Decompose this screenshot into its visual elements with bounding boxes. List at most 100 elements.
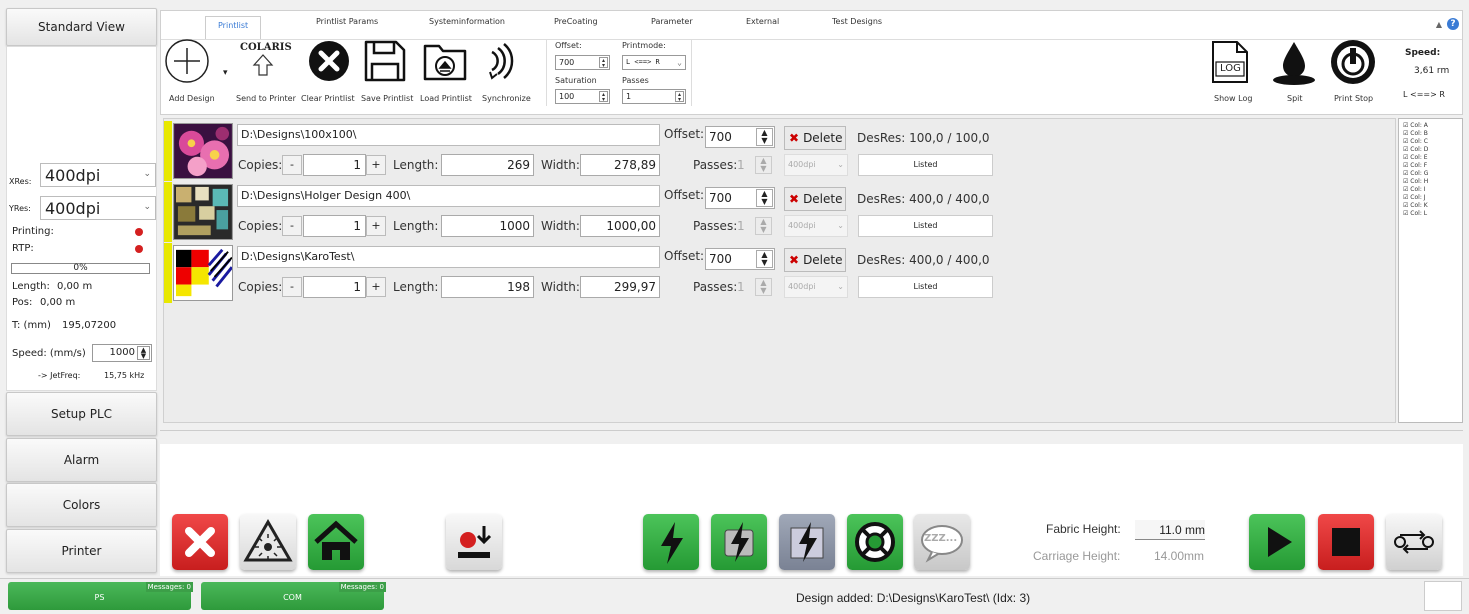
spin-arrows-icon[interactable]: ▲ ▼ [756, 189, 773, 207]
log-icon[interactable] [1211, 40, 1249, 84]
add-design-label: Add Design [169, 94, 215, 103]
color-channel-item[interactable]: ☑ Col: G [1403, 170, 1428, 178]
color-channel-item[interactable]: ☑ Col: B [1403, 130, 1428, 138]
color-channel-item[interactable]: ☑ Col: A [1403, 122, 1428, 130]
fabric-height-input[interactable]: 11.0 mm [1135, 520, 1205, 540]
offset-input[interactable]: 700 ▲ ▼ [705, 126, 775, 148]
cycle-button[interactable] [1386, 514, 1442, 570]
offset-input[interactable]: 700 ▲ ▼ [705, 248, 775, 270]
color-channel-item[interactable]: ☑ Col: D [1403, 146, 1428, 154]
colaris-logo: COLARIS [240, 42, 292, 53]
stop-button[interactable] [1318, 514, 1374, 570]
laser-warning-button[interactable] [240, 514, 296, 570]
tab-systeminformation[interactable]: Systeminformation [429, 17, 505, 26]
passes-spin[interactable]: 1 ▴ ▾ [622, 89, 686, 104]
send-to-printer-icon[interactable]: COLARIS [240, 42, 292, 88]
power-icon[interactable] [1329, 38, 1377, 86]
copies-plus-button[interactable]: + [366, 277, 386, 297]
corner-button[interactable] [1424, 581, 1462, 611]
tab-printlist-params[interactable]: Printlist Params [316, 17, 378, 26]
copies-input[interactable]: 1 [303, 276, 366, 298]
load-folder-icon[interactable] [422, 38, 468, 84]
help-icon[interactable]: ? [1447, 18, 1459, 30]
add-dropdown-icon[interactable]: ▾ [223, 68, 228, 78]
add-design-icon[interactable] [164, 38, 210, 84]
design-path[interactable]: D:\Designs\KaroTest\ [237, 246, 660, 268]
spit-icon[interactable] [1271, 40, 1317, 86]
progress-text: 0% [73, 263, 88, 273]
collapse-icon[interactable]: ▲ [1436, 20, 1442, 29]
color-channel-item[interactable]: ☑ Col: J [1403, 194, 1426, 202]
color-channel-item[interactable]: ☑ Col: K [1403, 202, 1428, 210]
saturation-spin[interactable]: 100 ▴ ▾ [555, 89, 610, 104]
home-button[interactable] [308, 514, 364, 570]
width-input[interactable]: 299,97 [580, 276, 660, 298]
delete-button[interactable]: ✖ Delete [784, 248, 846, 272]
ps-status-button[interactable]: PS Messages: 0 [8, 582, 193, 610]
copies-plus-button[interactable]: + [366, 155, 386, 175]
copies-label: Copies: [238, 280, 283, 294]
head-power-button[interactable] [779, 514, 835, 570]
spin-arrows-icon[interactable]: ▴ ▾ [599, 57, 608, 69]
printer-button[interactable]: Printer [6, 529, 157, 573]
com-status-button[interactable]: COM Messages: 0 [201, 582, 386, 610]
lifebuoy-button[interactable] [847, 514, 903, 570]
colors-button[interactable]: Colors [6, 483, 157, 527]
alarm-button[interactable]: Alarm [6, 438, 157, 482]
delete-label: Delete [803, 192, 843, 206]
design-path[interactable]: D:\Designs\Holger Design 400\ [237, 185, 660, 207]
copies-minus-button[interactable]: - [282, 155, 302, 175]
tab-precoating[interactable]: PreCoating [554, 17, 598, 26]
tab-test-designs[interactable]: Test Designs [832, 17, 882, 26]
synchronize-icon[interactable] [482, 38, 528, 84]
color-channel-item[interactable]: ☑ Col: L [1403, 210, 1427, 218]
delete-button[interactable]: ✖ Delete [784, 126, 846, 150]
design-row[interactable]: D:\Designs\KaroTest\ Offset: 700 ▲ ▼ ✖ Dele… [164, 243, 1397, 303]
setup-plc-button[interactable]: Setup PLC [6, 392, 157, 436]
length-input[interactable]: 1000 [441, 215, 534, 237]
power-button[interactable] [643, 514, 699, 570]
spin-arrows-icon[interactable]: ▴ ▾ [599, 91, 608, 103]
color-channel-item[interactable]: ☑ Col: I [1403, 186, 1426, 194]
color-channel-item[interactable]: ☑ Col: C [1403, 138, 1428, 146]
color-channel-item[interactable]: ☑ Col: E [1403, 154, 1428, 162]
abort-button[interactable] [172, 514, 228, 570]
width-input[interactable]: 1000,00 [580, 215, 660, 237]
tab-printlist[interactable]: Printlist [205, 16, 262, 40]
save-icon[interactable] [362, 38, 408, 84]
copies-minus-button[interactable]: - [282, 216, 302, 236]
load-media-button[interactable] [446, 514, 502, 570]
spin-arrows-icon[interactable]: ▴ ▾ [675, 91, 684, 103]
xres-select[interactable]: 400dpi ⌄ [40, 163, 156, 187]
standard-view-button[interactable]: Standard View [6, 8, 157, 46]
toolbar-divider [691, 40, 692, 106]
copies-input[interactable]: 1 [303, 215, 366, 237]
design-row[interactable]: D:\Designs\100x100\ Offset: 700 ▲ ▼ ✖ Delet… [164, 121, 1397, 181]
spin-arrows-icon[interactable]: ▲ ▼ [756, 250, 773, 268]
copies-input[interactable]: 1 [303, 154, 366, 176]
printmode-label: Printmode: [622, 41, 666, 50]
offset-spin[interactable]: 700 ▴ ▾ [555, 55, 610, 70]
length-input[interactable]: 269 [441, 154, 534, 176]
spin-arrows-icon[interactable]: ▲ ▼ [756, 128, 773, 146]
clear-printlist-icon[interactable] [306, 38, 352, 84]
yres-select[interactable]: 400dpi ⌄ [40, 196, 156, 220]
tab-parameter[interactable]: Parameter [651, 17, 693, 26]
delete-button[interactable]: ✖ Delete [784, 187, 846, 211]
printmode-select[interactable]: L <==> R ⌄ [622, 55, 686, 70]
length-input[interactable]: 198 [441, 276, 534, 298]
design-path[interactable]: D:\Designs\100x100\ [237, 124, 660, 146]
color-channel-item[interactable]: ☑ Col: H [1403, 178, 1428, 186]
start-button[interactable] [1249, 514, 1305, 570]
spin-arrows-icon[interactable]: ▲ ▼ [137, 346, 150, 360]
copies-plus-button[interactable]: + [366, 216, 386, 236]
speed-input[interactable]: 1000 ▲ ▼ [92, 344, 152, 362]
design-row[interactable]: D:\Designs\Holger Design 400\ Offset: 70… [164, 182, 1397, 242]
offset-input[interactable]: 700 ▲ ▼ [705, 187, 775, 209]
sleep-button[interactable]: ZZZ... [914, 514, 970, 570]
color-channel-item[interactable]: ☑ Col: F [1403, 162, 1427, 170]
motor-power-button[interactable] [711, 514, 767, 570]
tab-external[interactable]: External [746, 17, 779, 26]
copies-minus-button[interactable]: - [282, 277, 302, 297]
width-input[interactable]: 278,89 [580, 154, 660, 176]
